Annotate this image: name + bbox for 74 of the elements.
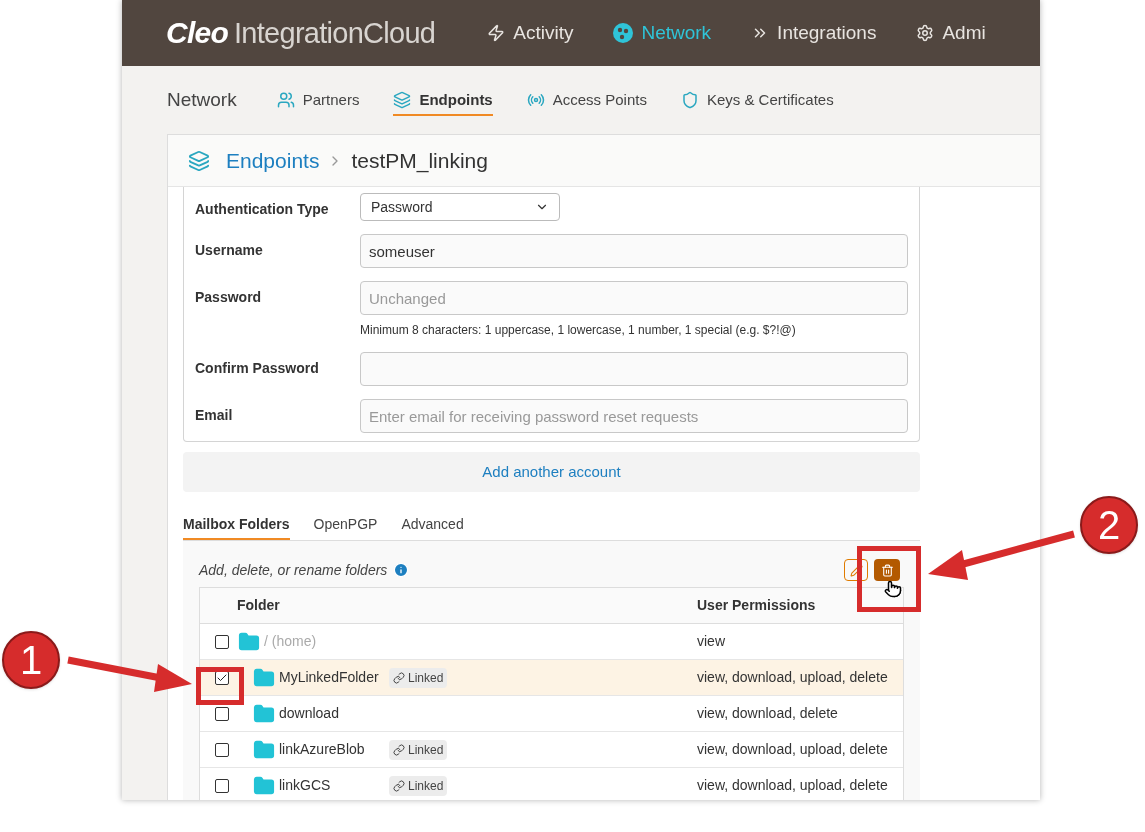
link-icon bbox=[393, 671, 405, 684]
info-icon bbox=[393, 562, 410, 578]
pencil-icon bbox=[849, 563, 863, 577]
folder-name: MyLinkedFolder bbox=[279, 668, 380, 687]
sub-tab[interactable]: Endpoints bbox=[393, 84, 493, 116]
field-label: Authentication Type bbox=[195, 200, 330, 219]
folder-name: download bbox=[279, 704, 340, 723]
layers-icon bbox=[393, 91, 412, 109]
field-label: Confirm Password bbox=[195, 359, 320, 378]
hint-text: Minimum 8 characters: 1 uppercase, 1 lowercase, 1 number, 1 special (e.g. $?!@) bbox=[360, 322, 797, 339]
folder-name: linkAzureBlob bbox=[279, 740, 366, 759]
nav-tab[interactable]: Integrations bbox=[751, 18, 877, 48]
permissions-cell-text: view, download, upload, delete bbox=[697, 668, 888, 687]
tab[interactable]: OpenPGP bbox=[313, 510, 378, 540]
network-icon bbox=[613, 23, 634, 43]
logo: Cleo bbox=[166, 15, 228, 52]
permissions-cell-text: view, download, delete bbox=[697, 704, 838, 723]
sub-tab[interactable]: Partners bbox=[276, 84, 360, 116]
folder-name: / (home) bbox=[264, 632, 318, 651]
signal-icon bbox=[526, 91, 545, 109]
checkbox[interactable] bbox=[215, 634, 229, 649]
folder-icon bbox=[238, 630, 260, 653]
trash-icon bbox=[880, 563, 894, 577]
linked-badge: Linked bbox=[389, 739, 448, 760]
folder-icon bbox=[253, 738, 275, 761]
table-row[interactable]: MyLinkedFolder Linked view, download, upload, delete bbox=[200, 660, 903, 696]
field-label: Password bbox=[195, 288, 263, 307]
input-field[interactable]: Unchanged bbox=[360, 281, 908, 315]
edit-button[interactable] bbox=[844, 559, 868, 581]
linked-badge: Linked bbox=[389, 775, 448, 796]
bolt-icon bbox=[487, 24, 506, 42]
delete-button[interactable] bbox=[874, 559, 900, 581]
permissions-cell-text: view bbox=[697, 632, 725, 651]
input-field[interactable]: Enter email for receiving password reset requests bbox=[360, 399, 908, 433]
linked-badge: Linked bbox=[389, 667, 448, 688]
nav-tab[interactable]: Activity bbox=[487, 18, 574, 48]
select-field[interactable]: Password bbox=[360, 193, 560, 221]
input-field[interactable]: someuser bbox=[360, 234, 908, 268]
highlight-frame bbox=[857, 546, 921, 612]
logo-text: IntegrationCloud bbox=[234, 16, 436, 52]
shield-icon bbox=[680, 91, 699, 109]
nav-tab[interactable]: Admi bbox=[916, 18, 986, 48]
tab[interactable]: Advanced bbox=[401, 510, 464, 540]
description-text: Add, delete, or rename folders bbox=[199, 560, 388, 580]
nav-tab[interactable]: Network bbox=[613, 18, 712, 48]
link-icon bbox=[393, 779, 405, 792]
folder-name: linkGCS bbox=[279, 776, 332, 795]
highlight-frame bbox=[196, 667, 244, 705]
column-header: Folder bbox=[236, 596, 281, 615]
permissions-cell-text: view, download, upload, delete bbox=[697, 740, 888, 759]
field-label: Username bbox=[195, 241, 264, 260]
input-field[interactable] bbox=[360, 352, 908, 386]
folder-icon bbox=[253, 774, 275, 797]
folder-icon bbox=[253, 666, 275, 689]
layers-icon bbox=[188, 149, 210, 172]
link-icon bbox=[393, 743, 405, 756]
users-icon bbox=[276, 91, 295, 109]
folder-icon bbox=[253, 702, 275, 725]
gear-icon bbox=[916, 24, 935, 42]
arrow-icon bbox=[926, 530, 1076, 582]
permissions-cell-text: view, download, upload, delete bbox=[697, 776, 888, 795]
breadcrumb-current: testPM_linking bbox=[351, 147, 488, 175]
breadcrumb-link[interactable]: Endpoints bbox=[226, 144, 320, 177]
step-number-badge: 2 bbox=[1080, 496, 1138, 554]
checkbox[interactable] bbox=[215, 742, 229, 757]
checkbox[interactable] bbox=[215, 778, 229, 793]
checkbox[interactable] bbox=[215, 706, 229, 721]
field-label: Email bbox=[195, 406, 234, 425]
step-number-badge: 1 bbox=[2, 631, 60, 689]
sub-tab[interactable]: Keys & Certificates bbox=[680, 84, 834, 116]
add-account-button[interactable]: Add another account bbox=[183, 452, 920, 492]
sub-tab[interactable]: Access Points bbox=[526, 84, 647, 116]
column-header: User Permissions bbox=[697, 596, 816, 615]
section-title: Network bbox=[167, 87, 237, 112]
